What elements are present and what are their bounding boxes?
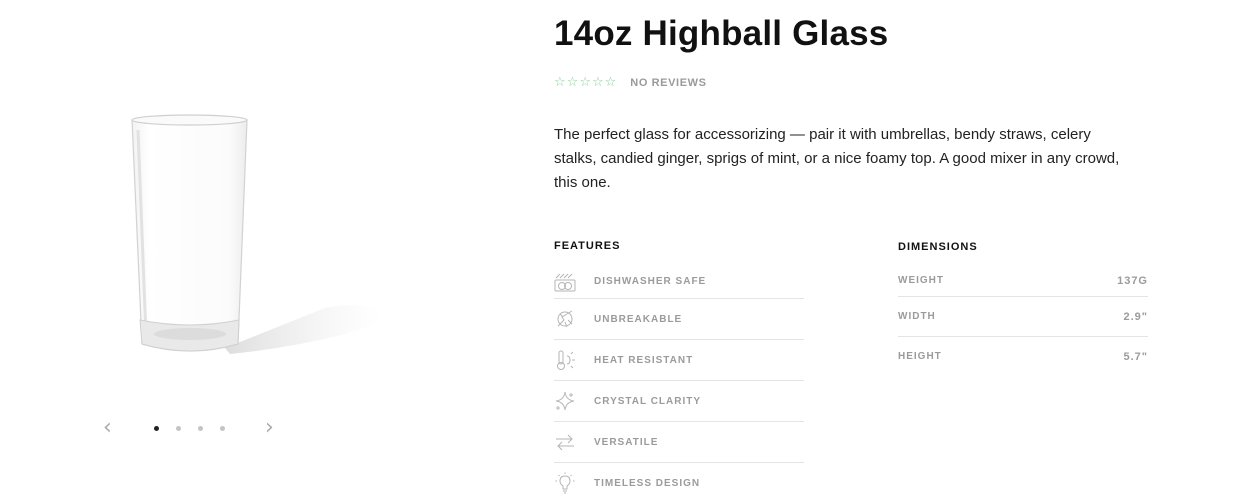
feature-item: TIMELESS DESIGN	[554, 463, 804, 503]
feature-item: CRYSTAL CLARITY	[554, 381, 804, 422]
feature-label: UNBREAKABLE	[594, 313, 683, 325]
feature-item: HEAT RESISTANT	[554, 340, 804, 381]
dimensions-section: DIMENSIONS WEIGHT 137G WIDTH 2.9" HEIGHT…	[898, 241, 1148, 376]
feature-label: TIMELESS DESIGN	[594, 477, 701, 489]
carousel-dot-4[interactable]	[220, 426, 225, 431]
lightbulb-icon	[555, 472, 575, 494]
feature-item: DISHWASHER SAFE	[554, 265, 804, 299]
star-icon: ☆	[566, 75, 579, 90]
dimension-label: WIDTH	[898, 311, 936, 322]
feature-label: CRYSTAL CLARITY	[594, 395, 702, 407]
dimensions-list: WEIGHT 137G WIDTH 2.9" HEIGHT 5.7"	[898, 265, 1148, 376]
dishwasher-icon	[554, 273, 576, 291]
dimension-row-weight: WEIGHT 137G	[898, 265, 1148, 297]
dimension-row-width: WIDTH 2.9"	[898, 297, 1148, 337]
star-icon: ☆	[591, 75, 604, 90]
dimension-value: 5.7"	[1123, 350, 1148, 363]
star-icon: ☆	[554, 75, 566, 90]
product-gallery: ‹ ›	[0, 0, 520, 504]
carousel-dot-3[interactable]	[198, 426, 203, 431]
dimension-value: 2.9"	[1123, 310, 1148, 323]
features-heading: FEATURES	[554, 240, 621, 252]
dimension-row-height: HEIGHT 5.7"	[898, 337, 1148, 376]
dimension-label: HEIGHT	[898, 351, 942, 362]
feature-label: DISHWASHER SAFE	[594, 276, 707, 287]
feature-item: VERSATILE	[554, 422, 804, 463]
chevron-right-icon[interactable]: ›	[265, 416, 274, 440]
arrows-icon	[556, 434, 574, 451]
reviews-link[interactable]: NO REVIEWS	[630, 77, 706, 89]
dimension-value: 137G	[1117, 274, 1148, 287]
highball-glass-image	[131, 114, 382, 354]
chevron-left-icon[interactable]: ‹	[103, 416, 112, 440]
feature-label: HEAT RESISTANT	[594, 354, 694, 366]
carousel-dot-2[interactable]	[176, 426, 181, 431]
unbreakable-icon	[557, 310, 573, 328]
product-description: The perfect glass for accessorizing — pa…	[554, 126, 1120, 191]
product-title: 14oz Highball Glass	[554, 14, 889, 53]
dimensions-heading: DIMENSIONS	[898, 241, 978, 253]
star-icon: ☆	[579, 75, 591, 90]
thermometer-icon	[557, 350, 575, 370]
star-icon: ☆	[604, 75, 617, 90]
product-rating[interactable]: ☆ ☆ ☆ ☆ ☆ NO REVIEWS	[554, 76, 707, 90]
rating-stars: ☆ ☆ ☆ ☆ ☆	[554, 76, 616, 90]
carousel-dot-1[interactable]	[154, 426, 159, 431]
features-list: DISHWASHER SAFE UNBREAKABLE HEAT RESISTA…	[554, 265, 804, 503]
sparkle-icon	[555, 391, 575, 411]
features-section: FEATURES DISHWASHER SAFE UNBREAKABLE HEA…	[554, 240, 804, 503]
feature-label: VERSATILE	[594, 436, 659, 448]
feature-item: UNBREAKABLE	[554, 299, 804, 340]
carousel-dots	[154, 426, 225, 431]
dimension-label: WEIGHT	[898, 275, 944, 286]
